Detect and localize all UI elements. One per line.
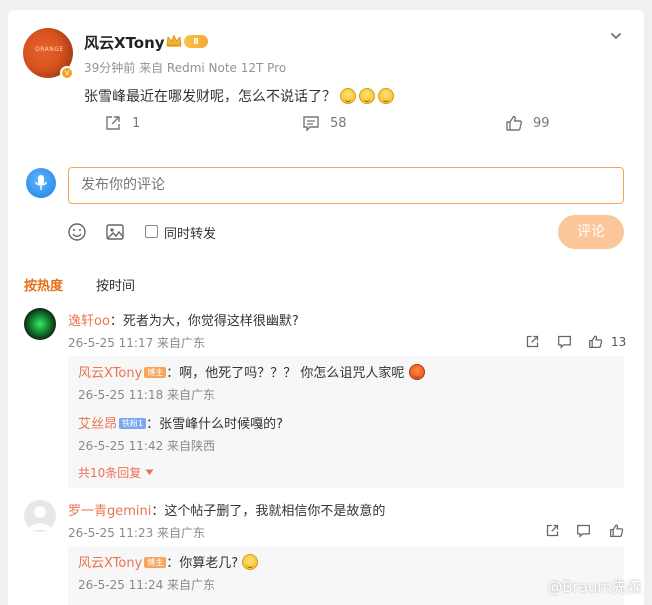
reply-author-name[interactable]: 风云XTony xyxy=(78,366,142,381)
reply-author-name[interactable]: 艾丝昂 xyxy=(78,417,117,432)
voice-avatar[interactable] xyxy=(26,168,56,198)
forward-label: 同时转发 xyxy=(164,227,217,242)
forward-checkbox[interactable] xyxy=(145,225,158,238)
verified-badge-icon: v xyxy=(60,66,74,80)
post-meta: 39分钟前 来自 Redmi Note 12T Pro xyxy=(84,61,287,75)
tab-sort-time[interactable]: 按时间 xyxy=(96,275,135,294)
repost-count: 1 xyxy=(132,115,141,131)
reply-line: 艾丝昂 铁粉1 ：张雪峰什么时候嘎的? xyxy=(78,413,283,432)
comment-button[interactable]: 58 xyxy=(302,114,347,132)
commenter-name[interactable]: 罗一青gemini xyxy=(68,504,151,519)
repost-icon[interactable] xyxy=(545,523,560,538)
fan-badge: 铁粉1 xyxy=(119,418,147,429)
reply-text: ：啊，他死了吗？？？ 你怎么诅咒人家呢 xyxy=(166,366,405,381)
level-badge: Ⅱ xyxy=(184,35,208,48)
emoji-icon xyxy=(242,554,259,570)
author-name[interactable]: 风云XTony xyxy=(84,32,165,53)
reply-thread: 风云XTony 博主 ：啊，他死了吗？？？ 你怎么诅咒人家呢 26-5-25 11:… xyxy=(68,356,624,488)
author-badge: 博主 xyxy=(144,557,167,568)
avatar-caption: ORANGE xyxy=(35,46,64,53)
comment-meta: 26-5-25 11:23 来自广东 xyxy=(68,526,206,540)
comment-like-count: 13 xyxy=(611,335,627,349)
caret-down-icon xyxy=(145,469,154,475)
repost-icon xyxy=(106,116,120,130)
post-body: 张雪峰最近在哪发财呢，怎么不说话了？ xyxy=(84,89,336,105)
microphone-icon xyxy=(35,175,47,190)
tab-sort-hot[interactable]: 按热度 xyxy=(24,275,63,294)
comment-avatar[interactable] xyxy=(24,500,56,532)
reply-meta: 26-5-25 11:24 来自广东 xyxy=(78,578,216,592)
emoji-picker-icon[interactable] xyxy=(67,222,87,242)
emoji-icon xyxy=(378,88,395,104)
reply-text: ：你算老几? xyxy=(166,556,239,571)
comment-icon[interactable] xyxy=(576,523,591,538)
comment-icon xyxy=(303,116,319,132)
like-count: 99 xyxy=(533,115,550,131)
repost-icon[interactable] xyxy=(525,334,540,349)
reply-author-name[interactable]: 风云XTony xyxy=(78,556,142,571)
author-badge: 博主 xyxy=(144,367,167,378)
thumbs-up-icon xyxy=(506,115,522,131)
reply-meta: 26-5-25 11:42 来自陕西 xyxy=(78,439,216,453)
commenter-name[interactable]: 逸轩oo xyxy=(68,314,110,329)
more-replies-link[interactable]: 共10条回复 xyxy=(78,464,154,481)
post-actions: 1 58 99 xyxy=(8,114,644,138)
comment-input[interactable]: 发布你的评论 xyxy=(68,167,624,204)
chevron-down-icon[interactable] xyxy=(610,30,622,42)
reply-line: 风云XTony 博主 ：啊，他死了吗？？？ 你怎么诅咒人家呢 xyxy=(78,362,428,381)
like-button[interactable]: 99 xyxy=(505,114,550,132)
more-replies-label: 共10条回复 xyxy=(78,466,142,480)
repost-button[interactable]: 1 xyxy=(104,114,140,132)
crown-icon xyxy=(166,34,182,47)
comment-icon[interactable] xyxy=(557,334,572,349)
emoji-icon xyxy=(359,88,376,104)
weibo-post-card: ORANGE v 风云XTony Ⅱ 39分钟前 来自 Redmi Note 1… xyxy=(8,10,644,605)
default-avatar-icon xyxy=(29,506,51,530)
comment-count: 58 xyxy=(330,115,347,131)
emoji-icon xyxy=(340,88,357,104)
thumbs-up-icon[interactable] xyxy=(588,334,603,349)
comment-text: ：死者为大，你觉得这样很幽默? xyxy=(109,314,299,329)
image-upload-icon[interactable] xyxy=(105,222,125,242)
reply-line: 风云XTony 博主 ：你算老几? xyxy=(78,552,261,571)
comment-avatar[interactable] xyxy=(24,308,56,340)
comment-text: ：这个帖子删了，我就相信你不是故意的 xyxy=(151,504,386,519)
submit-comment-button[interactable]: 评论 xyxy=(558,215,624,249)
reply-thread: 风云XTony 博主 ：你算老几? 26-5-25 11:24 来自广东 xyxy=(68,546,624,605)
post-text: 张雪峰最近在哪发财呢，怎么不说话了？ xyxy=(84,86,397,106)
angry-emoji-icon xyxy=(408,364,425,380)
reply-meta: 26-5-25 11:18 来自广东 xyxy=(78,388,216,402)
comment-line: 逸轩oo：死者为大，你觉得这样很幽默? xyxy=(68,310,299,329)
reply-text: ：张雪峰什么时候嘎的? xyxy=(146,417,284,432)
thumbs-up-icon[interactable] xyxy=(609,523,624,538)
comment-meta: 26-5-25 11:17 来自广东 xyxy=(68,336,206,350)
watermark: @Braum先森 xyxy=(547,578,642,596)
comment-line: 罗一青gemini：这个帖子删了，我就相信你不是故意的 xyxy=(68,500,385,519)
